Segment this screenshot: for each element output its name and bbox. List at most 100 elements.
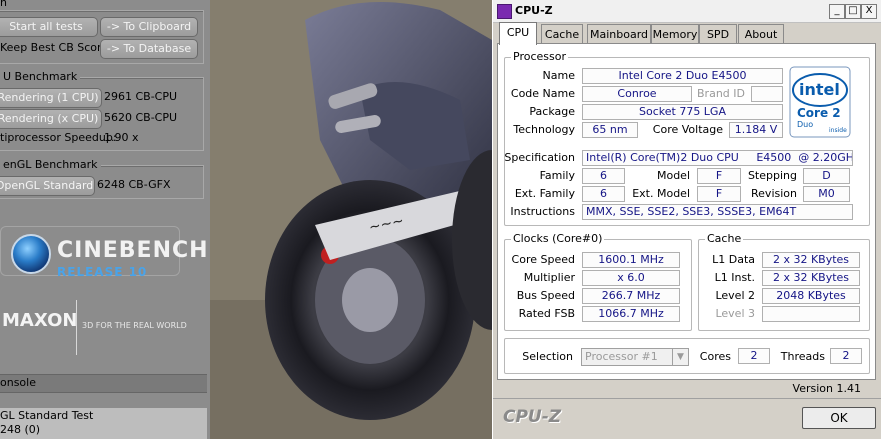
- cinebench-sphere-icon: [11, 234, 51, 274]
- brandid-label: Brand ID: [697, 87, 745, 100]
- threads-value: 2: [830, 348, 862, 364]
- maximize-button[interactable]: □: [845, 4, 861, 19]
- cpuz-footer-logo: CPU-Z: [503, 407, 562, 427]
- level2-label: Level 2: [715, 289, 755, 302]
- to-clipboard-button[interactable]: -> To Clipboard: [100, 17, 198, 37]
- multiplier-value: x 6.0: [582, 270, 680, 286]
- speedup-value: 1.90 x: [104, 131, 139, 144]
- rendering-xcpu-button[interactable]: Rendering (x CPU): [0, 109, 102, 129]
- keep-best-label[interactable]: Keep Best CB Score: [0, 41, 108, 55]
- instructions-label: Instructions: [510, 205, 575, 218]
- extfamily-label: Ext. Family: [514, 187, 575, 200]
- extfamily-value: 6: [582, 186, 625, 202]
- speedup-label: tiprocessor Speedup:: [0, 131, 117, 144]
- cores-value: 2: [738, 348, 770, 364]
- console-line: 248 (0): [0, 423, 41, 436]
- ratedfsb-label: Rated FSB: [518, 307, 575, 320]
- window-title: CPU-Z: [515, 4, 553, 17]
- processor-select[interactable]: Processor #1 ▼: [581, 348, 689, 366]
- console-line: GL Standard Test: [0, 409, 94, 422]
- rendering-1cpu-score: 2961 CB-CPU: [104, 90, 178, 103]
- close-button[interactable]: X: [861, 4, 877, 19]
- technology-label: Technology: [513, 123, 575, 136]
- tab-cpu[interactable]: CPU: [499, 22, 537, 45]
- level2-value: 2048 KBytes: [762, 288, 860, 304]
- corevoltage-label: Core Voltage: [652, 123, 723, 136]
- tab-about[interactable]: About: [738, 24, 784, 44]
- package-label: Package: [529, 105, 575, 118]
- opengl-benchmark-title: enGL Benchmark: [0, 159, 101, 171]
- revision-value: M0: [803, 186, 850, 202]
- cinebench-release-text: RELEASE 10: [57, 265, 148, 279]
- console-title: onsole: [0, 376, 36, 389]
- processor-group-title: Processor: [511, 50, 568, 63]
- opengl-standard-button[interactable]: OpenGL Standard: [0, 176, 95, 196]
- name-label: Name: [542, 69, 575, 82]
- tab-spd[interactable]: SPD: [699, 24, 737, 44]
- instructions-value: MMX, SSE, SSE2, SSE3, SSSE3, EM64T: [582, 204, 853, 220]
- maxon-divider: [76, 300, 77, 355]
- corevoltage-value: 1.184 V: [729, 122, 783, 138]
- l1data-label: L1 Data: [712, 253, 755, 266]
- cinebench-panel: n Start all tests -> To Clipboard Keep B…: [0, 0, 210, 439]
- cache-group-title: Cache: [705, 232, 744, 245]
- tab-memory[interactable]: Memory: [651, 24, 699, 44]
- level3-value: [762, 306, 860, 322]
- chevron-down-icon: ▼: [672, 349, 688, 365]
- package-value: Socket 775 LGA: [582, 104, 783, 120]
- cpu-benchmark-title: U Benchmark: [0, 71, 81, 83]
- processor-select-value: Processor #1: [585, 350, 658, 363]
- multiplier-label: Multiplier: [523, 271, 575, 284]
- ok-button[interactable]: OK: [802, 407, 876, 429]
- console-output: GL Standard Test 248 (0): [0, 408, 207, 439]
- to-database-button[interactable]: -> To Database: [100, 39, 198, 59]
- motorbike-render-image: ~~~: [210, 0, 492, 439]
- maxon-tagline: 3D FOR THE REAL WORLD: [82, 321, 187, 330]
- family-value: 6: [582, 168, 625, 184]
- intel-core2-text: Core 2: [797, 106, 841, 120]
- footer-divider: [493, 398, 881, 399]
- busspeed-value: 266.7 MHz: [582, 288, 680, 304]
- opengl-score: 6248 CB-GFX: [97, 178, 171, 191]
- corespeed-value: 1600.1 MHz: [582, 252, 680, 268]
- l1inst-label: L1 Inst.: [714, 271, 755, 284]
- intel-brand-text: intel: [799, 80, 840, 99]
- level3-label: Level 3: [715, 307, 755, 320]
- intel-inside-text: inside: [829, 127, 847, 134]
- cpuz-app-icon: [497, 4, 512, 19]
- revision-label: Revision: [751, 187, 797, 200]
- stepping-value: D: [803, 168, 850, 184]
- extmodel-label: Ext. Model: [632, 187, 690, 200]
- minimize-button[interactable]: _: [829, 4, 845, 19]
- brandid-value: [751, 86, 783, 102]
- model-label: Model: [656, 169, 690, 182]
- tab-mainboard[interactable]: Mainboard: [587, 24, 651, 44]
- cinebench-logo-text: CINEBENCH: [57, 238, 209, 263]
- intel-duo-text: Duo: [797, 120, 813, 129]
- codename-value: Conroe: [582, 86, 692, 102]
- cpuz-window: CPU-Z _ □ X CPU Cache Mainboard Memory S…: [492, 0, 881, 439]
- stepping-label: Stepping: [747, 169, 797, 182]
- specification-label: Specification: [504, 151, 575, 164]
- busspeed-label: Bus Speed: [516, 289, 575, 302]
- ratedfsb-value: 1066.7 MHz: [582, 306, 680, 322]
- panel-header-fragment: n: [0, 0, 7, 9]
- corespeed-label: Core Speed: [511, 253, 575, 266]
- tab-cache[interactable]: Cache: [541, 24, 583, 44]
- l1data-value: 2 x 32 KBytes: [762, 252, 860, 268]
- render-viewport: ~~~: [210, 0, 492, 439]
- codename-label: Code Name: [510, 87, 575, 100]
- clocks-group-title: Clocks (Core#0): [511, 232, 605, 245]
- rendering-1cpu-button[interactable]: Rendering (1 CPU): [0, 88, 102, 108]
- l1inst-value: 2 x 32 KBytes: [762, 270, 860, 286]
- cpuz-titlebar[interactable]: CPU-Z _ □ X: [493, 0, 881, 23]
- version-label: Version 1.41: [792, 382, 861, 395]
- specification-value: Intel(R) Core(TM)2 Duo CPU E4500 @ 2.20G…: [582, 150, 853, 166]
- console-header: onsole: [0, 374, 207, 393]
- intel-core2duo-logo: intel Core 2 Duo inside: [789, 66, 851, 138]
- start-all-tests-button[interactable]: Start all tests: [0, 17, 98, 37]
- threads-label: Threads: [780, 350, 825, 363]
- technology-value: 65 nm: [582, 122, 638, 138]
- cores-label: Cores: [699, 350, 731, 363]
- maxon-logo-text: MAXON: [2, 310, 78, 331]
